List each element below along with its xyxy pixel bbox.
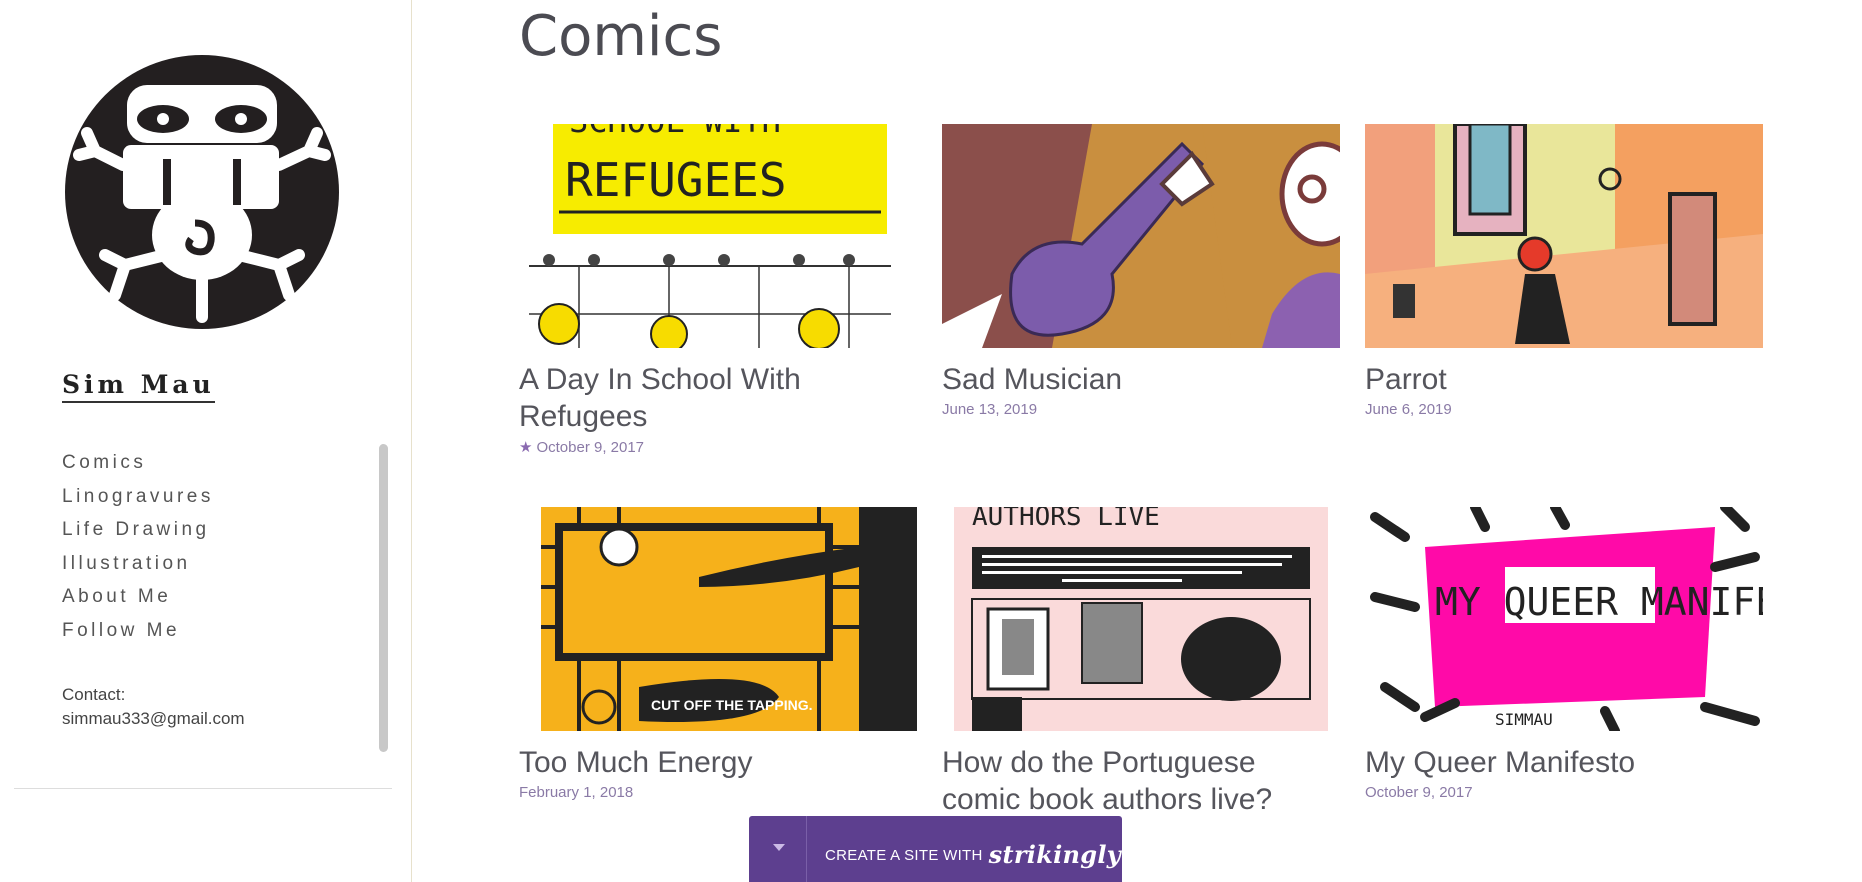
post-card-too-much-energy: CUT OFF THE TAPPING. Too Much Energy Feb… <box>519 507 917 801</box>
post-thumbnail[interactable]: AUTHORS LIVE <box>942 507 1340 731</box>
sidebar: Sim Mau Comics Linogravures Life Drawing… <box>0 0 412 882</box>
nav-item-illustration[interactable]: Illustration <box>62 547 214 581</box>
post-thumbnail[interactable]: SCHOOL WITH REFUGEES <box>519 124 917 348</box>
sidebar-scrollbar[interactable] <box>379 444 388 752</box>
post-title[interactable]: Too Much Energy <box>519 744 917 781</box>
contact-block: Contact: simmau333@gmail.com <box>62 683 245 731</box>
post-card-portuguese-authors: AUTHORS LIVE How do the Portuguese comic… <box>942 507 1340 818</box>
nav-item-comics[interactable]: Comics <box>62 446 214 480</box>
post-date: June 13, 2019 <box>942 401 1038 418</box>
post-title[interactable]: Parrot <box>1365 361 1763 398</box>
site-name[interactable]: Sim Mau <box>62 370 215 403</box>
post-thumbnail[interactable] <box>1365 124 1763 348</box>
svg-text:REFUGEES: REFUGEES <box>565 153 787 207</box>
post-thumbnail[interactable] <box>942 124 1340 348</box>
post-date: February 1, 2018 <box>519 784 634 801</box>
star-icon: ★ <box>519 439 533 456</box>
post-title[interactable]: Sad Musician <box>942 361 1340 398</box>
svg-text:AUTHORS LIVE: AUTHORS LIVE <box>972 507 1160 532</box>
svg-text:SCHOOL WITH: SCHOOL WITH <box>569 124 781 140</box>
contact-label: Contact: <box>62 685 126 704</box>
sidebar-divider <box>14 788 392 789</box>
create-site-text: CREATE A SITE WITH <box>825 847 983 864</box>
post-title[interactable]: How do the Portuguese comic book authors… <box>942 744 1340 818</box>
nav-item-linogravures[interactable]: Linogravures <box>62 480 214 514</box>
nav-item-life-drawing[interactable]: Life Drawing <box>62 513 214 547</box>
post-title[interactable]: A Day In School With Refugees <box>519 361 917 435</box>
sim-mau-logo[interactable] <box>65 55 339 329</box>
create-site-banner: CREATE A SITE WITH strikingly <box>749 816 1122 882</box>
manifesto-line-1: MY QUEER MANIFESTO <box>1435 580 1763 624</box>
nav-item-about-me[interactable]: About Me <box>62 580 214 614</box>
post-card-refugees: SCHOOL WITH REFUGEES A Day In School Wit… <box>519 124 917 456</box>
post-title[interactable]: My Queer Manifesto <box>1365 744 1763 781</box>
post-date: ★ October 9, 2017 <box>519 438 917 456</box>
post-thumbnail[interactable]: MY QUEER MANIFESTO SIMMAU <box>1365 507 1763 731</box>
svg-text:SIMMAU: SIMMAU <box>1495 710 1553 729</box>
sidebar-nav: Comics Linogravures Life Drawing Illustr… <box>62 446 214 648</box>
post-date-text: October 9, 2017 <box>536 439 645 456</box>
post-thumbnail[interactable]: CUT OFF THE TAPPING. <box>519 507 917 731</box>
post-card-queer-manifesto: MY QUEER MANIFESTO SIMMAU My Queer Manif… <box>1365 507 1763 801</box>
caret-down-icon[interactable] <box>749 816 807 882</box>
page-title: Comics <box>519 4 723 69</box>
create-site-link[interactable]: CREATE A SITE WITH strikingly <box>825 840 1121 869</box>
nav-item-follow-me[interactable]: Follow Me <box>62 614 214 648</box>
contact-email[interactable]: simmau333@gmail.com <box>62 707 245 731</box>
post-date: October 9, 2017 <box>1365 784 1473 801</box>
strikingly-logo: strikingly <box>988 840 1122 869</box>
svg-text:CUT OFF THE TAPPING.: CUT OFF THE TAPPING. <box>651 697 813 713</box>
post-card-sad-musician: Sad Musician June 13, 2019 <box>942 124 1340 418</box>
post-date: June 6, 2019 <box>1365 401 1452 418</box>
post-card-parrot: Parrot June 6, 2019 <box>1365 124 1763 418</box>
